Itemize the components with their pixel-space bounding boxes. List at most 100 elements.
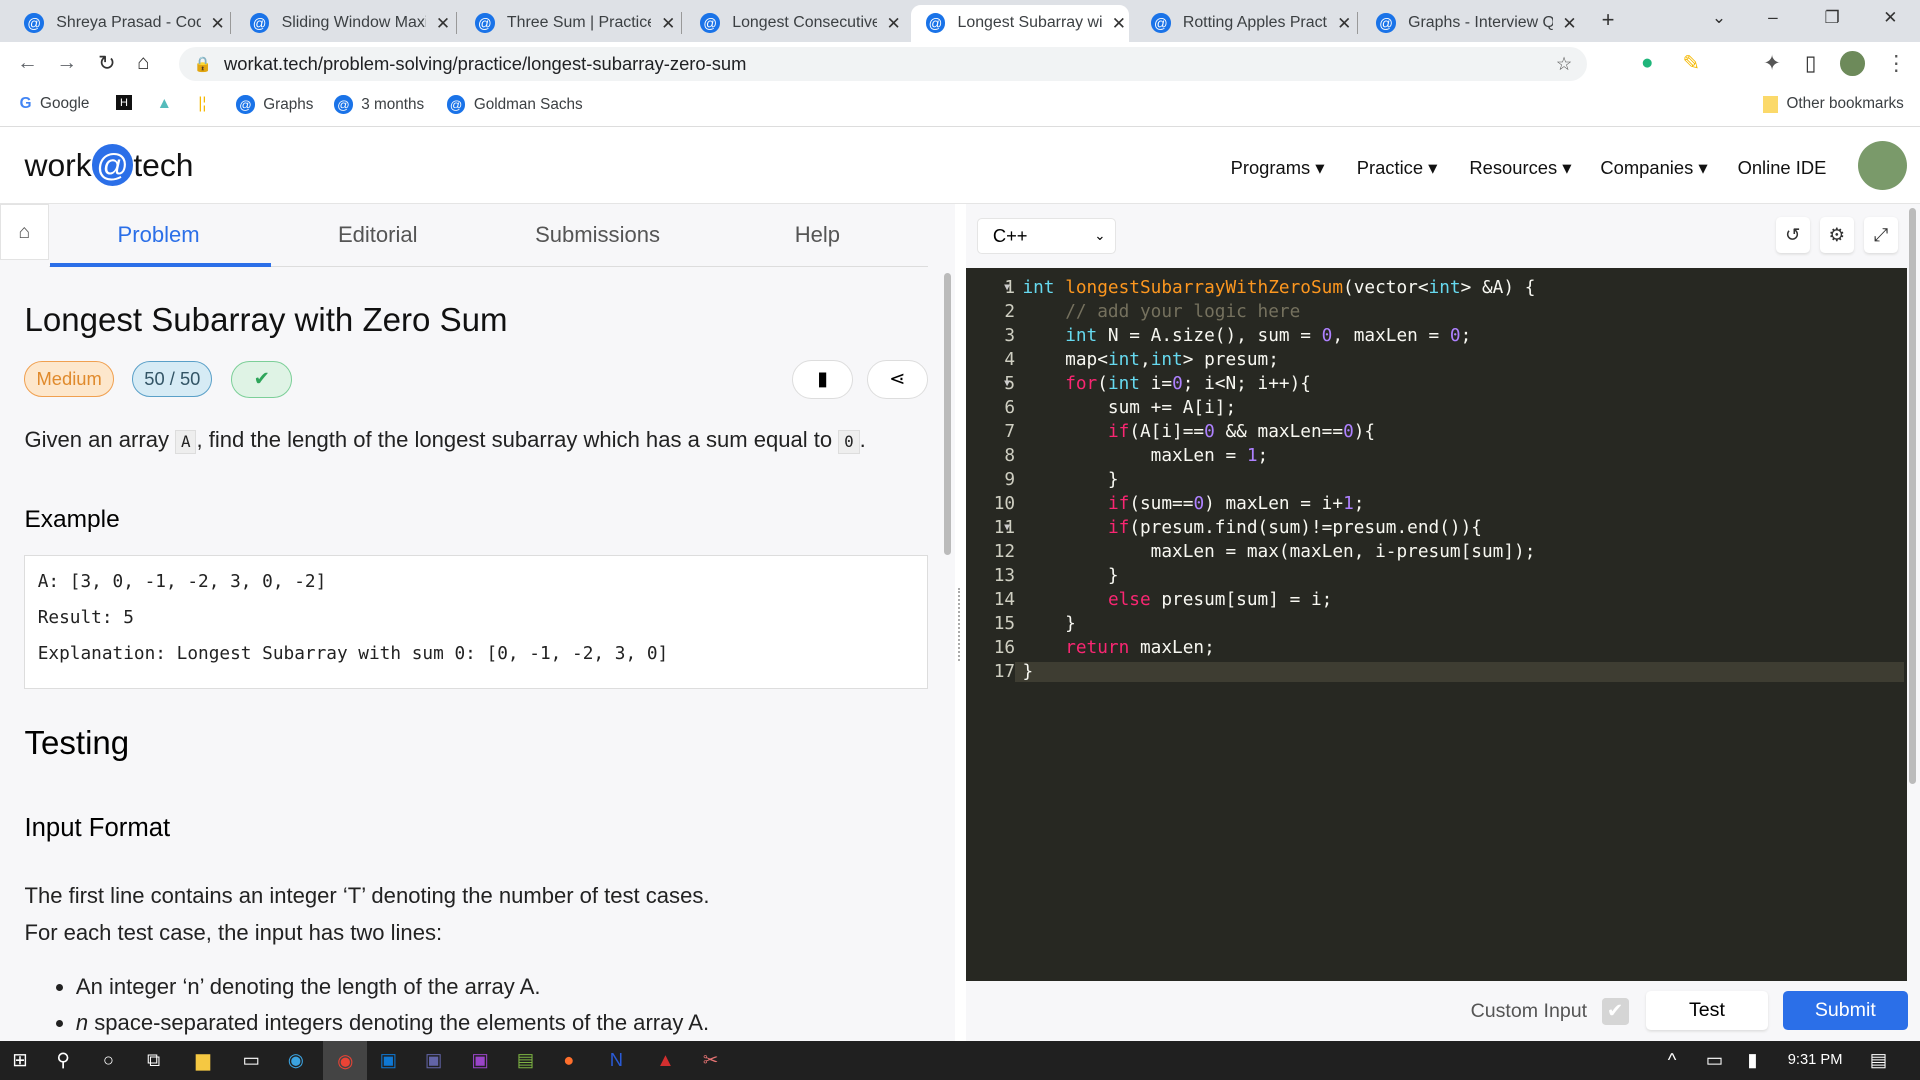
close-icon[interactable]: ✕ — [1562, 13, 1576, 34]
code-line[interactable]: if(A[i]==0 && maxLen==0){ — [1022, 422, 1375, 442]
tab-problem[interactable]: Problem — [118, 222, 200, 248]
expand-icon[interactable]: ⤢ — [1863, 216, 1898, 254]
other-bookmarks[interactable]: Other bookmarks — [1763, 95, 1904, 114]
tab-editorial[interactable]: Editorial — [338, 222, 418, 248]
profile-avatar[interactable] — [1840, 51, 1865, 76]
user-avatar[interactable] — [1857, 140, 1907, 190]
notifications-icon[interactable]: ▤ — [1870, 1049, 1887, 1071]
app-icon[interactable]: ▭ — [242, 1049, 259, 1071]
onenote-icon[interactable]: ▣ — [471, 1049, 488, 1071]
close-icon[interactable]: ✕ — [886, 13, 900, 34]
chrome-icon[interactable]: ◉ — [323, 1040, 368, 1080]
teams-icon[interactable]: ▣ — [425, 1049, 442, 1071]
edge-icon[interactable]: ◉ — [288, 1049, 304, 1071]
nav-programs[interactable]: Programs ▾ — [1231, 157, 1325, 179]
battery-icon[interactable]: ▮ — [1747, 1049, 1757, 1071]
app-icon[interactable]: ● — [563, 1049, 574, 1071]
fold-icon[interactable]: ▼ — [1004, 378, 1010, 389]
code-line[interactable]: int N = A.size(), sum = 0, maxLen = 0; — [1022, 326, 1471, 346]
highlighter-icon[interactable]: ✎ — [1682, 51, 1699, 76]
windows-start-icon[interactable]: ⊞ — [12, 1049, 27, 1071]
code-line[interactable]: // add your logic here — [1022, 302, 1300, 322]
scrollbar[interactable] — [944, 273, 952, 555]
restore-icon[interactable]: ❐ — [1825, 7, 1840, 28]
close-icon[interactable]: ✕ — [661, 13, 675, 34]
reset-icon[interactable]: ↺ — [1775, 216, 1810, 254]
code-line[interactable]: return maxLen; — [1022, 638, 1215, 658]
search-icon[interactable]: ⚲ — [56, 1049, 69, 1071]
browser-tab[interactable]: @ Longest Subarray with Zero Sum ✕ — [911, 4, 1129, 42]
code-line[interactable]: if(sum==0) maxLen = i+1; — [1022, 494, 1365, 514]
fold-icon[interactable]: ▼ — [1004, 282, 1010, 293]
code-line[interactable]: maxLen = 1; — [1022, 446, 1269, 466]
browser-tab[interactable]: @ Shreya Prasad - Coding ✕ — [10, 5, 228, 42]
split-handle[interactable] — [957, 587, 965, 662]
language-select[interactable]: C++ ⌄ — [977, 217, 1117, 255]
browser-tab[interactable]: @ Longest Consecutive Sequence ✕ — [686, 5, 904, 42]
outlook-icon[interactable]: ▣ — [380, 1049, 397, 1071]
sidepanel-icon[interactable]: ▯ — [1805, 51, 1816, 76]
file-explorer-icon[interactable]: ▆ — [196, 1049, 210, 1071]
menu-icon[interactable]: ⋮ — [1886, 51, 1907, 76]
close-icon[interactable]: ✕ — [211, 13, 225, 34]
home-icon[interactable]: ⌂ — [137, 51, 150, 75]
reload-icon[interactable]: ↻ — [98, 51, 115, 76]
code-line[interactable]: int longestSubarrayWithZeroSum(vector<in… — [1022, 278, 1535, 298]
network-icon[interactable]: ▭ — [1706, 1049, 1723, 1071]
code-line[interactable]: } — [1022, 566, 1119, 586]
bookmark-button[interactable]: ▮ — [792, 359, 854, 399]
hackerrank-icon[interactable]: H — [116, 95, 132, 110]
star-icon[interactable]: ☆ — [1556, 53, 1572, 75]
nav-companies[interactable]: Companies ▾ — [1600, 157, 1707, 179]
custom-input-checkbox[interactable]: ✔ — [1601, 997, 1629, 1025]
scrollbar[interactable] — [1908, 208, 1917, 784]
code-line[interactable]: sum += A[i]; — [1022, 398, 1236, 418]
app-icon[interactable]: ▤ — [517, 1049, 534, 1071]
code-line[interactable]: } — [1015, 661, 1905, 682]
code-line[interactable]: if(presum.find(sum)!=presum.end()){ — [1022, 518, 1482, 538]
tab-help[interactable]: Help — [795, 222, 840, 248]
bookmark-google[interactable]: G Google — [20, 95, 90, 113]
test-button[interactable]: Test — [1645, 990, 1769, 1030]
bookmark-icon[interactable]: |¦ — [198, 95, 206, 113]
forward-icon[interactable]: → — [56, 51, 77, 75]
browser-tab[interactable]: @ Sliding Window Maximum ✕ — [235, 5, 453, 42]
clock[interactable]: 9:31 PM — [1788, 1052, 1843, 1068]
cortana-icon[interactable]: ○ — [103, 1049, 114, 1071]
bookmark-3-months[interactable]: @3 months — [334, 95, 424, 114]
code-line[interactable]: for(int i=0; i<N; i++){ — [1022, 374, 1311, 394]
extensions-icon[interactable]: ✦ — [1763, 51, 1780, 76]
bookmark-goldman-sachs[interactable]: @ Goldman Sachs — [446, 95, 583, 114]
app-icon[interactable]: N — [610, 1049, 623, 1071]
new-tab-icon[interactable]: + — [1602, 7, 1615, 33]
grammarly-icon[interactable]: ● — [1641, 51, 1654, 75]
code-line[interactable]: map<int,int> presum; — [1022, 350, 1279, 370]
home-icon[interactable]: ⌂ — [0, 204, 49, 261]
browser-tab[interactable]: @ Three Sum | Practice Problem ✕ — [460, 5, 678, 42]
logo[interactable]: work @ tech — [24, 144, 193, 187]
back-icon[interactable]: ← — [17, 51, 38, 75]
close-icon[interactable]: ✕ — [436, 13, 450, 34]
task-view-icon[interactable]: ⧉ — [147, 1049, 160, 1071]
app-icon[interactable]: ✂ — [703, 1049, 718, 1071]
code-line[interactable]: } — [1022, 470, 1119, 490]
tab-submissions[interactable]: Submissions — [535, 222, 660, 248]
submit-button[interactable]: Submit — [1782, 990, 1908, 1030]
nav-online-ide[interactable]: Online IDE — [1738, 157, 1827, 179]
nav-practice[interactable]: Practice ▾ — [1357, 157, 1438, 179]
close-icon[interactable]: ✕ — [1112, 13, 1126, 34]
code-line[interactable]: maxLen = max(maxLen, i-presum[sum]); — [1022, 542, 1536, 562]
gear-icon[interactable]: ⚙ — [1819, 216, 1854, 254]
url-field[interactable]: 🔒 workat.tech/problem-solving/practice/lo… — [178, 46, 1587, 81]
bookmark-graphs[interactable]: @ Graphs — [236, 95, 313, 114]
code-editor[interactable]: 1 ▼ int longestSubarrayWithZeroSum(vector<… — [966, 268, 1907, 981]
close-icon[interactable]: ✕ — [1337, 13, 1351, 34]
nav-resources[interactable]: Resources ▾ — [1469, 157, 1571, 179]
minimize-icon[interactable]: – — [1768, 7, 1778, 28]
bookmark-icon[interactable]: ▲ — [157, 95, 172, 113]
fold-icon[interactable]: ▼ — [1004, 522, 1010, 533]
browser-tab[interactable]: @ Rotting Apples Practice ✕ — [1136, 5, 1354, 42]
share-button[interactable]: ⋖ — [866, 359, 928, 399]
tab-search-icon[interactable]: ⌄ — [1712, 7, 1726, 28]
chevron-up-icon[interactable]: ^ — [1668, 1049, 1677, 1071]
